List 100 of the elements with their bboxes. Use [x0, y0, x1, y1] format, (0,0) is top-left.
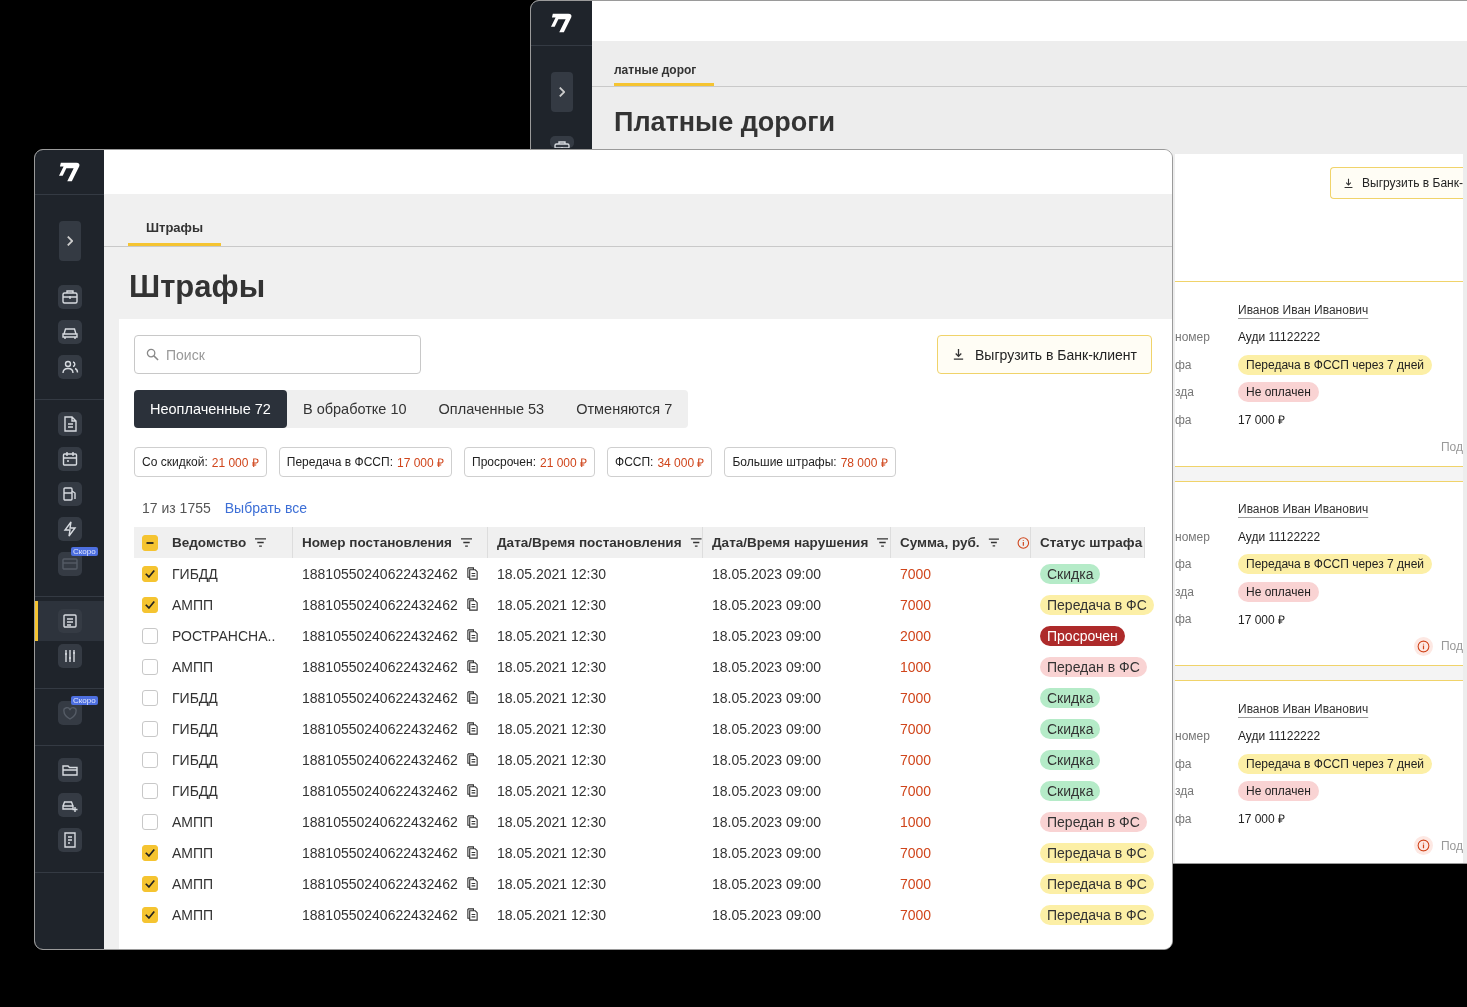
copy-icon[interactable]	[465, 567, 479, 580]
list-icon[interactable]	[57, 609, 82, 633]
copy-icon[interactable]	[465, 753, 479, 766]
car-plus-icon[interactable]	[57, 793, 82, 817]
people-icon[interactable]	[57, 355, 82, 379]
copy-icon[interactable]	[465, 660, 479, 673]
status-tag: Скидка	[1040, 563, 1101, 584]
table-cell: 18.05.2023 09:00	[712, 596, 821, 613]
minus-icon	[146, 541, 154, 544]
download-icon	[1343, 177, 1355, 189]
status-tag: Не оплачен	[1238, 581, 1319, 602]
calendar-icon[interactable]	[57, 447, 82, 471]
field-value: Ауди 11122222	[1238, 330, 1322, 345]
checkbox[interactable]	[142, 751, 158, 768]
briefcase-icon[interactable]	[57, 285, 82, 309]
logo-icon	[57, 161, 82, 183]
status-tag: Скидка	[1040, 687, 1101, 708]
table-cell: 18.05.2021 12:30	[497, 906, 606, 923]
copy-icon[interactable]	[465, 846, 479, 859]
checkbox[interactable]	[142, 906, 158, 923]
filter-icon[interactable]	[876, 537, 890, 548]
checkbox[interactable]	[142, 813, 158, 830]
checkbox[interactable]	[142, 534, 158, 551]
copy-icon[interactable]	[465, 722, 479, 735]
column-header: Дата/Время нарушения	[712, 535, 869, 550]
report-icon[interactable]	[57, 828, 82, 852]
table-cell: АМПП	[172, 813, 214, 830]
expand-button[interactable]	[58, 221, 81, 261]
filter-chip[interactable]: Большие штрафы: 78 000 ₽	[724, 447, 896, 477]
table-cell: 18810550240622432462	[302, 844, 458, 861]
filter-chip[interactable]: ФССП: 34 000 ₽	[607, 447, 713, 477]
status-tab[interactable]: Отменяются 7	[560, 390, 689, 428]
checkbox[interactable]	[142, 565, 158, 582]
briefcase-icon[interactable]	[549, 136, 574, 148]
export-button[interactable]: Выгрузить в Банк-	[1330, 167, 1463, 199]
checkbox[interactable]	[142, 596, 158, 613]
checkbox[interactable]	[142, 627, 158, 644]
field-label: зда	[1175, 584, 1194, 599]
copy-icon[interactable]	[465, 877, 479, 890]
table-cell: 18.05.2023 09:00	[712, 782, 821, 799]
checkbox[interactable]	[142, 875, 158, 892]
driver-link[interactable]: Иванов Иван Иванович	[1238, 701, 1463, 716]
copy-icon[interactable]	[465, 908, 479, 921]
table-cell: 7000	[900, 751, 932, 768]
filter-chip[interactable]: Со скидкой: 21 000 ₽	[134, 447, 267, 477]
table-cell: 18810550240622432462	[302, 906, 458, 923]
copy-icon[interactable]	[465, 629, 479, 642]
filter-icon[interactable]	[254, 537, 268, 548]
column-header: Ведомство	[172, 535, 247, 550]
status-tab[interactable]: Оплаченные 53	[422, 390, 561, 428]
table-cell: АМПП	[172, 658, 214, 675]
checkbox[interactable]	[142, 782, 158, 799]
folder-icon[interactable]	[57, 758, 82, 782]
field-label: фа	[1175, 357, 1192, 372]
info-icon	[1017, 535, 1030, 550]
driver-link[interactable]: Иванов Иван Иванович	[1238, 502, 1463, 517]
search-field[interactable]: Поиск	[134, 335, 421, 374]
check-icon	[145, 848, 155, 857]
selection-count: 17 из 1755	[142, 500, 211, 516]
select-all-link[interactable]: Выбрать все	[224, 500, 308, 516]
checkbox[interactable]	[142, 844, 158, 861]
table-cell: ГИБДД	[172, 689, 218, 706]
document-icon[interactable]	[57, 412, 82, 436]
filter-icon[interactable]	[987, 537, 1000, 548]
table-cell: 18.05.2023 09:00	[712, 751, 821, 768]
field-label: номер	[1175, 330, 1210, 345]
sliders-icon[interactable]	[57, 644, 82, 668]
driver-link[interactable]: Иванов Иван Иванович	[1238, 302, 1463, 317]
checkbox[interactable]	[142, 689, 158, 706]
export-button[interactable]: Выгрузить в Банк-клиент	[937, 335, 1152, 374]
copy-icon[interactable]	[465, 784, 479, 797]
filter-chip[interactable]: Передача в ФССП: 17 000 ₽	[278, 447, 452, 477]
filter-icon[interactable]	[689, 537, 702, 548]
filter-icon[interactable]	[459, 537, 473, 548]
checkbox[interactable]	[142, 658, 158, 675]
copy-icon[interactable]	[465, 691, 479, 704]
table-cell: 18.05.2023 09:00	[712, 689, 821, 706]
copy-icon[interactable]	[465, 815, 479, 828]
field-label: зда	[1175, 385, 1194, 400]
status-tab[interactable]: В обработке 10	[286, 390, 423, 428]
status-tag: Передан в ФС	[1040, 656, 1147, 677]
table-cell: 18810550240622432462	[302, 813, 458, 830]
table-cell: 1000	[900, 813, 932, 830]
table-cell: 18.05.2021 12:30	[497, 596, 606, 613]
filter-chip[interactable]: Просрочен: 21 000 ₽	[464, 447, 595, 477]
lightning-icon[interactable]	[57, 517, 82, 541]
expand-button[interactable]	[550, 72, 573, 112]
chevron-icon	[66, 236, 73, 246]
field-label: номер	[1175, 729, 1210, 744]
fuel-pump-icon[interactable]	[57, 482, 82, 506]
table-cell: ГИБДД	[172, 720, 218, 737]
table-cell: 18.05.2021 12:30	[497, 844, 606, 861]
check-icon	[145, 569, 155, 578]
status-tab[interactable]: Неоплаченные 72	[134, 390, 287, 428]
page-tab[interactable]: Штрафы	[128, 214, 222, 246]
copy-icon[interactable]	[465, 598, 479, 611]
page-tab[interactable]: латные дорог	[614, 63, 715, 86]
checkbox[interactable]	[142, 720, 158, 737]
car-icon[interactable]	[57, 320, 82, 344]
status-tag: Передача в ФССП через 7 дней	[1238, 753, 1433, 774]
